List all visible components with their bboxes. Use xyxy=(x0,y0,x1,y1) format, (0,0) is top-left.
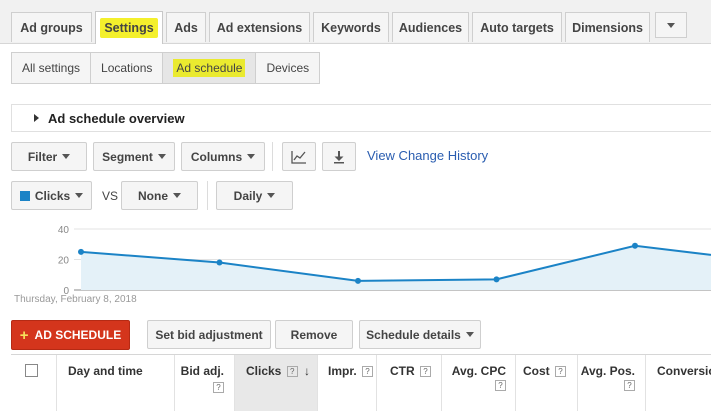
help-icon[interactable]: ? xyxy=(286,366,298,378)
select-all-checkbox[interactable] xyxy=(25,364,38,377)
tab-dimensions[interactable]: Dimensions xyxy=(565,12,650,42)
chevron-down-icon xyxy=(247,154,256,159)
subtab-devices[interactable]: Devices xyxy=(256,53,319,83)
chart-data-point[interactable] xyxy=(493,276,500,283)
col-conversions[interactable]: Conversions xyxy=(646,355,711,411)
period-select-daily[interactable]: Daily xyxy=(216,181,293,210)
subtab-all-settings[interactable]: All settings xyxy=(12,53,92,83)
col-avg-pos[interactable]: Avg. Pos. ? xyxy=(578,355,646,411)
plus-icon: + xyxy=(19,326,29,344)
settings-subtabs: All settings Locations Ad schedule Devic… xyxy=(11,52,321,84)
chart-date-label: Thursday, February 8, 2018 xyxy=(14,294,137,305)
remove-button[interactable]: Remove xyxy=(275,320,353,349)
help-icon[interactable]: ? xyxy=(420,366,431,378)
expand-arrow-icon xyxy=(34,114,39,122)
help-icon[interactable]: ? xyxy=(495,380,506,392)
help-icon[interactable]: ? xyxy=(213,381,224,393)
tab-bar: Ad groups Settings Ads Ad extensions Key… xyxy=(0,0,711,44)
sort-desc-icon: ↓ xyxy=(304,364,311,378)
subtab-ad-schedule[interactable]: Ad schedule xyxy=(163,53,257,83)
more-tabs-dropdown[interactable] xyxy=(655,12,687,38)
metric-color-swatch xyxy=(19,190,30,201)
chevron-down-icon xyxy=(173,193,181,198)
view-change-history-link[interactable]: View Change History xyxy=(367,148,488,163)
tab-audiences[interactable]: Audiences xyxy=(392,12,469,42)
line-chart-icon xyxy=(291,150,306,164)
columns-button[interactable]: Columns xyxy=(181,142,265,171)
subtab-locations[interactable]: Locations xyxy=(91,53,164,83)
chart-data-point[interactable] xyxy=(78,248,84,255)
tab-ads[interactable]: Ads xyxy=(166,12,206,42)
metric-select-clicks[interactable]: Clicks xyxy=(11,181,92,210)
set-bid-adjustment-button[interactable]: Set bid adjustment xyxy=(147,320,271,349)
chevron-down-icon xyxy=(62,154,71,159)
segment-button[interactable]: Segment xyxy=(93,142,175,171)
chart-data-point[interactable] xyxy=(632,242,638,249)
overview-title: Ad schedule overview xyxy=(48,110,185,126)
col-bid-adj[interactable]: Bid adj. ? xyxy=(175,355,235,411)
chevron-down-icon xyxy=(157,154,166,159)
chart-data-point[interactable] xyxy=(216,259,223,266)
chevron-down-icon xyxy=(667,22,675,28)
controls-divider xyxy=(207,181,208,210)
col-day-and-time[interactable]: Day and time xyxy=(57,355,175,411)
toolbar-divider xyxy=(272,142,273,171)
metric-select-none[interactable]: None xyxy=(121,181,198,210)
col-cost[interactable]: Cost ? xyxy=(516,355,578,411)
chevron-down-icon xyxy=(465,332,474,337)
tab-settings[interactable]: Settings xyxy=(95,11,163,44)
col-avg-cpc[interactable]: Avg. CPC ? xyxy=(442,355,516,411)
col-ctr[interactable]: CTR ? xyxy=(377,355,442,411)
help-icon[interactable]: ? xyxy=(362,366,374,378)
ad-schedule-overview-toggle[interactable]: Ad schedule overview xyxy=(11,104,711,132)
tab-ad-extensions[interactable]: Ad extensions xyxy=(209,12,310,42)
chevron-down-icon xyxy=(75,193,84,198)
chart-area-fill xyxy=(81,245,711,290)
filter-button[interactable]: Filter xyxy=(11,142,87,171)
help-icon[interactable]: ? xyxy=(624,380,635,392)
add-ad-schedule-button[interactable]: + AD SCHEDULE xyxy=(11,320,130,350)
chart-data-point[interactable] xyxy=(355,277,361,284)
help-icon[interactable]: ? xyxy=(555,366,566,378)
table-header: Day and time Bid adj. ? Clicks ? ↓ Impr.… xyxy=(11,354,711,411)
tab-auto-targets[interactable]: Auto targets xyxy=(472,12,562,42)
select-all-cell xyxy=(11,355,57,411)
toggle-chart-button[interactable] xyxy=(282,142,316,171)
download-icon xyxy=(334,150,344,163)
tab-ad-groups[interactable]: Ad groups xyxy=(11,12,92,42)
vs-label: VS xyxy=(102,189,119,203)
col-clicks[interactable]: Clicks ? ↓ xyxy=(235,355,318,411)
y-tick-label: 40 xyxy=(58,225,70,236)
download-button[interactable] xyxy=(322,142,356,171)
schedule-details-button[interactable]: Schedule details xyxy=(359,320,481,349)
col-impr[interactable]: Impr. ? xyxy=(318,355,377,411)
y-tick-label: 20 xyxy=(58,256,70,267)
tab-keywords[interactable]: Keywords xyxy=(313,12,389,42)
chevron-down-icon xyxy=(267,193,276,198)
